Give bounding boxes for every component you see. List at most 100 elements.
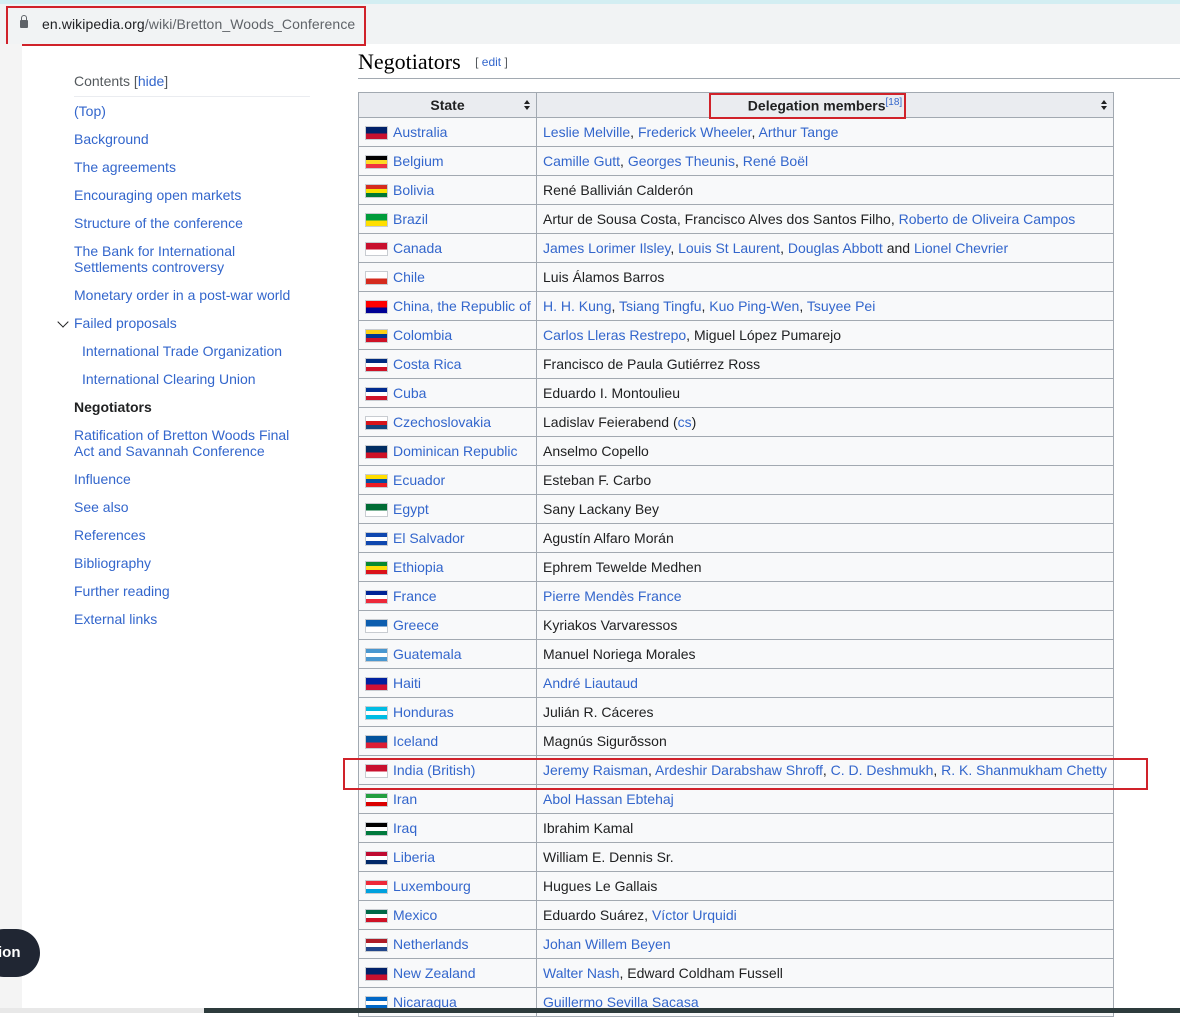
flag-icon[interactable] <box>365 764 388 778</box>
member-link[interactable]: Ardeshir Darabshaw Shroff <box>655 762 823 778</box>
state-link[interactable]: France <box>393 588 437 604</box>
state-link[interactable]: Netherlands <box>393 936 469 952</box>
state-link[interactable]: Iceland <box>393 733 438 749</box>
member-link[interactable]: Carlos Lleras Restrepo <box>543 327 686 343</box>
state-link[interactable]: Chile <box>393 269 425 285</box>
toc-item[interactable]: (Top) <box>74 103 294 119</box>
toc-item[interactable]: Encouraging open markets <box>74 187 294 203</box>
state-link[interactable]: China, the Republic of <box>393 298 531 314</box>
state-link[interactable]: Iran <box>393 791 417 807</box>
flag-icon[interactable] <box>365 619 388 633</box>
flag-icon[interactable] <box>365 880 388 894</box>
flag-icon[interactable] <box>365 851 388 865</box>
flag-icon[interactable] <box>365 213 388 227</box>
toc-item[interactable]: International Trade Organization <box>82 343 302 359</box>
url-text[interactable]: en.wikipedia.org/wiki/Bretton_Woods_Conf… <box>42 16 355 32</box>
state-link[interactable]: Dominican Republic <box>393 443 518 459</box>
member-link[interactable]: James Lorimer Ilsley <box>543 240 670 256</box>
toc-item[interactable]: Influence <box>74 471 294 487</box>
flag-icon[interactable] <box>365 126 388 140</box>
state-link[interactable]: Mexico <box>393 907 437 923</box>
member-link[interactable]: Lionel Chevrier <box>914 240 1008 256</box>
flag-icon[interactable] <box>365 532 388 546</box>
flag-icon[interactable] <box>365 590 388 604</box>
state-column-header[interactable]: State <box>358 92 537 118</box>
state-link[interactable]: Belgium <box>393 153 444 169</box>
member-link[interactable]: Douglas Abbott <box>788 240 883 256</box>
member-link[interactable]: Tsiang Tingfu <box>619 298 702 314</box>
state-link[interactable]: Bolivia <box>393 182 434 198</box>
state-link[interactable]: Costa Rica <box>393 356 461 372</box>
state-link[interactable]: New Zealand <box>393 965 476 981</box>
member-link[interactable]: Walter Nash <box>543 965 620 981</box>
edit-link[interactable]: edit <box>482 55 501 69</box>
toc-item[interactable]: External links <box>74 611 294 627</box>
state-link[interactable]: Colombia <box>393 327 452 343</box>
flag-icon[interactable] <box>365 474 388 488</box>
state-link[interactable]: Brazil <box>393 211 428 227</box>
toc-item[interactable]: The agreements <box>74 159 294 175</box>
member-link[interactable]: Pierre Mendès France <box>543 588 682 604</box>
flag-icon[interactable] <box>365 677 388 691</box>
state-link[interactable]: Greece <box>393 617 439 633</box>
flag-icon[interactable] <box>365 735 388 749</box>
member-link[interactable]: Georges Theunis <box>628 153 735 169</box>
state-link[interactable]: Egypt <box>393 501 429 517</box>
flag-icon[interactable] <box>365 503 388 517</box>
toc-item[interactable]: References <box>74 527 294 543</box>
flag-icon[interactable] <box>365 561 388 575</box>
flag-icon[interactable] <box>365 909 388 923</box>
flag-icon[interactable] <box>365 967 388 981</box>
state-link[interactable]: Czechoslovakia <box>393 414 491 430</box>
state-link[interactable]: Liberia <box>393 849 435 865</box>
toc-item[interactable]: Background <box>74 131 294 147</box>
member-link[interactable]: Camille Gutt <box>543 153 620 169</box>
flag-icon[interactable] <box>365 938 388 952</box>
toc-item[interactable]: Monetary order in a post-war world <box>74 287 304 303</box>
state-link[interactable]: India (British) <box>393 762 475 778</box>
chevron-down-icon[interactable] <box>57 316 69 328</box>
state-link[interactable]: Iraq <box>393 820 417 836</box>
toc-item[interactable]: The Bank for International Settlements c… <box>74 243 254 275</box>
lock-icon[interactable] <box>20 15 28 28</box>
toc-item[interactable]: Negotiators <box>74 399 294 415</box>
floating-action-pill[interactable]: ion <box>0 929 40 977</box>
flag-icon[interactable] <box>365 271 388 285</box>
toc-item[interactable]: Further reading <box>74 583 294 599</box>
toc-hide-link[interactable]: hide <box>138 73 164 89</box>
member-link[interactable]: Frederick Wheeler <box>638 124 752 140</box>
toc-item[interactable]: Ratification of Bretton Woods Final Act … <box>74 427 299 459</box>
member-link[interactable]: René Boël <box>743 153 808 169</box>
flag-icon[interactable] <box>365 387 388 401</box>
state-link[interactable]: El Salvador <box>393 530 465 546</box>
state-link[interactable]: Canada <box>393 240 442 256</box>
flag-icon[interactable] <box>365 822 388 836</box>
member-link[interactable]: C. D. Deshmukh <box>831 762 934 778</box>
sort-icon[interactable] <box>524 100 530 110</box>
member-link[interactable]: R. K. Shanmukham Chetty <box>941 762 1107 778</box>
toc-item[interactable]: Bibliography <box>74 555 294 571</box>
member-link[interactable]: Víctor Urquidi <box>652 907 737 923</box>
flag-icon[interactable] <box>365 445 388 459</box>
state-link[interactable]: Honduras <box>393 704 454 720</box>
state-link[interactable]: Guatemala <box>393 646 461 662</box>
sort-icon[interactable] <box>1101 100 1107 110</box>
member-link[interactable]: Kuo Ping-Wen <box>709 298 799 314</box>
member-link[interactable]: cs <box>678 414 692 430</box>
member-link[interactable]: Leslie Melville <box>543 124 630 140</box>
member-link[interactable]: Johan Willem Beyen <box>543 936 671 952</box>
member-link[interactable]: Arthur Tange <box>759 124 839 140</box>
state-link[interactable]: Australia <box>393 124 447 140</box>
address-bar[interactable]: en.wikipedia.org/wiki/Bretton_Woods_Conf… <box>0 4 1180 44</box>
state-link[interactable]: Ethiopia <box>393 559 444 575</box>
flag-icon[interactable] <box>365 793 388 807</box>
reference-link[interactable]: [18] <box>886 97 903 108</box>
flag-icon[interactable] <box>365 706 388 720</box>
flag-icon[interactable] <box>365 416 388 430</box>
flag-icon[interactable] <box>365 358 388 372</box>
members-column-header[interactable]: Delegation members[18] <box>536 92 1114 118</box>
member-link[interactable]: André Liautaud <box>543 675 638 691</box>
member-link[interactable]: H. H. Kung <box>543 298 611 314</box>
state-link[interactable]: Luxembourg <box>393 878 471 894</box>
state-link[interactable]: Cuba <box>393 385 426 401</box>
